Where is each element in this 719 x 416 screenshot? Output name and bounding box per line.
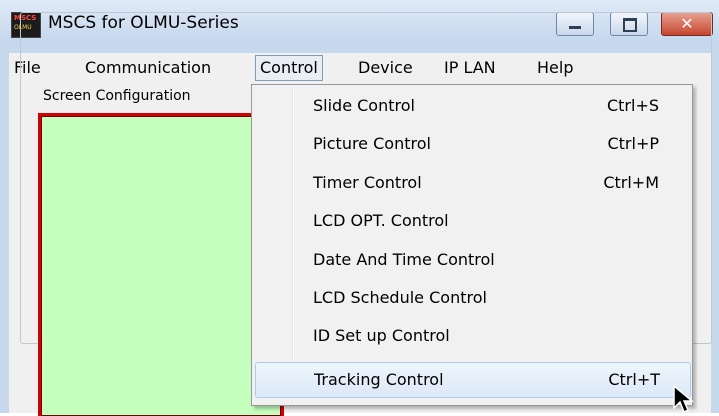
menu-item-label: Tracking Control bbox=[314, 370, 444, 389]
menu-item-shortcut: Ctrl+T bbox=[608, 370, 660, 389]
menu-item-timer-control[interactable]: Timer Control Ctrl+M bbox=[255, 166, 689, 200]
menu-item-label: Slide Control bbox=[313, 96, 415, 115]
menu-item-label: ID Set up Control bbox=[313, 326, 450, 345]
menu-item-label: Timer Control bbox=[313, 173, 422, 192]
menu-item-label: Date And Time Control bbox=[313, 250, 495, 269]
mouse-pointer-icon bbox=[673, 384, 695, 414]
menu-item-label: Picture Control bbox=[313, 134, 431, 153]
menu-item-id-set-up-control[interactable]: ID Set up Control bbox=[255, 319, 689, 353]
menu-item-label: LCD Schedule Control bbox=[313, 288, 487, 307]
menu-item-label: LCD OPT. Control bbox=[313, 211, 449, 230]
menu-item-picture-control[interactable]: Picture Control Ctrl+P bbox=[255, 127, 689, 161]
menu-item-lcd-schedule-control[interactable]: LCD Schedule Control bbox=[255, 281, 689, 315]
menu-item-lcd-opt-control[interactable]: LCD OPT. Control bbox=[255, 204, 689, 238]
screen-preview[interactable] bbox=[38, 113, 284, 416]
control-menu-dropdown: Slide Control Ctrl+S Picture Control Ctr… bbox=[251, 84, 693, 406]
screen-configuration-label: Screen Configuration bbox=[40, 88, 194, 104]
app-window: MSCS OLMU MSCS for OLMU-Series ✕ File Co… bbox=[0, 0, 719, 416]
menu-item-shortcut: Ctrl+S bbox=[606, 96, 659, 115]
menu-item-shortcut: Ctrl+M bbox=[603, 173, 659, 192]
menu-item-date-and-time-control[interactable]: Date And Time Control bbox=[255, 243, 689, 277]
menu-item-tracking-control[interactable]: Tracking Control Ctrl+T bbox=[255, 362, 691, 398]
menu-item-shortcut: Ctrl+P bbox=[607, 134, 659, 153]
menu-item-slide-control[interactable]: Slide Control Ctrl+S bbox=[255, 89, 689, 123]
